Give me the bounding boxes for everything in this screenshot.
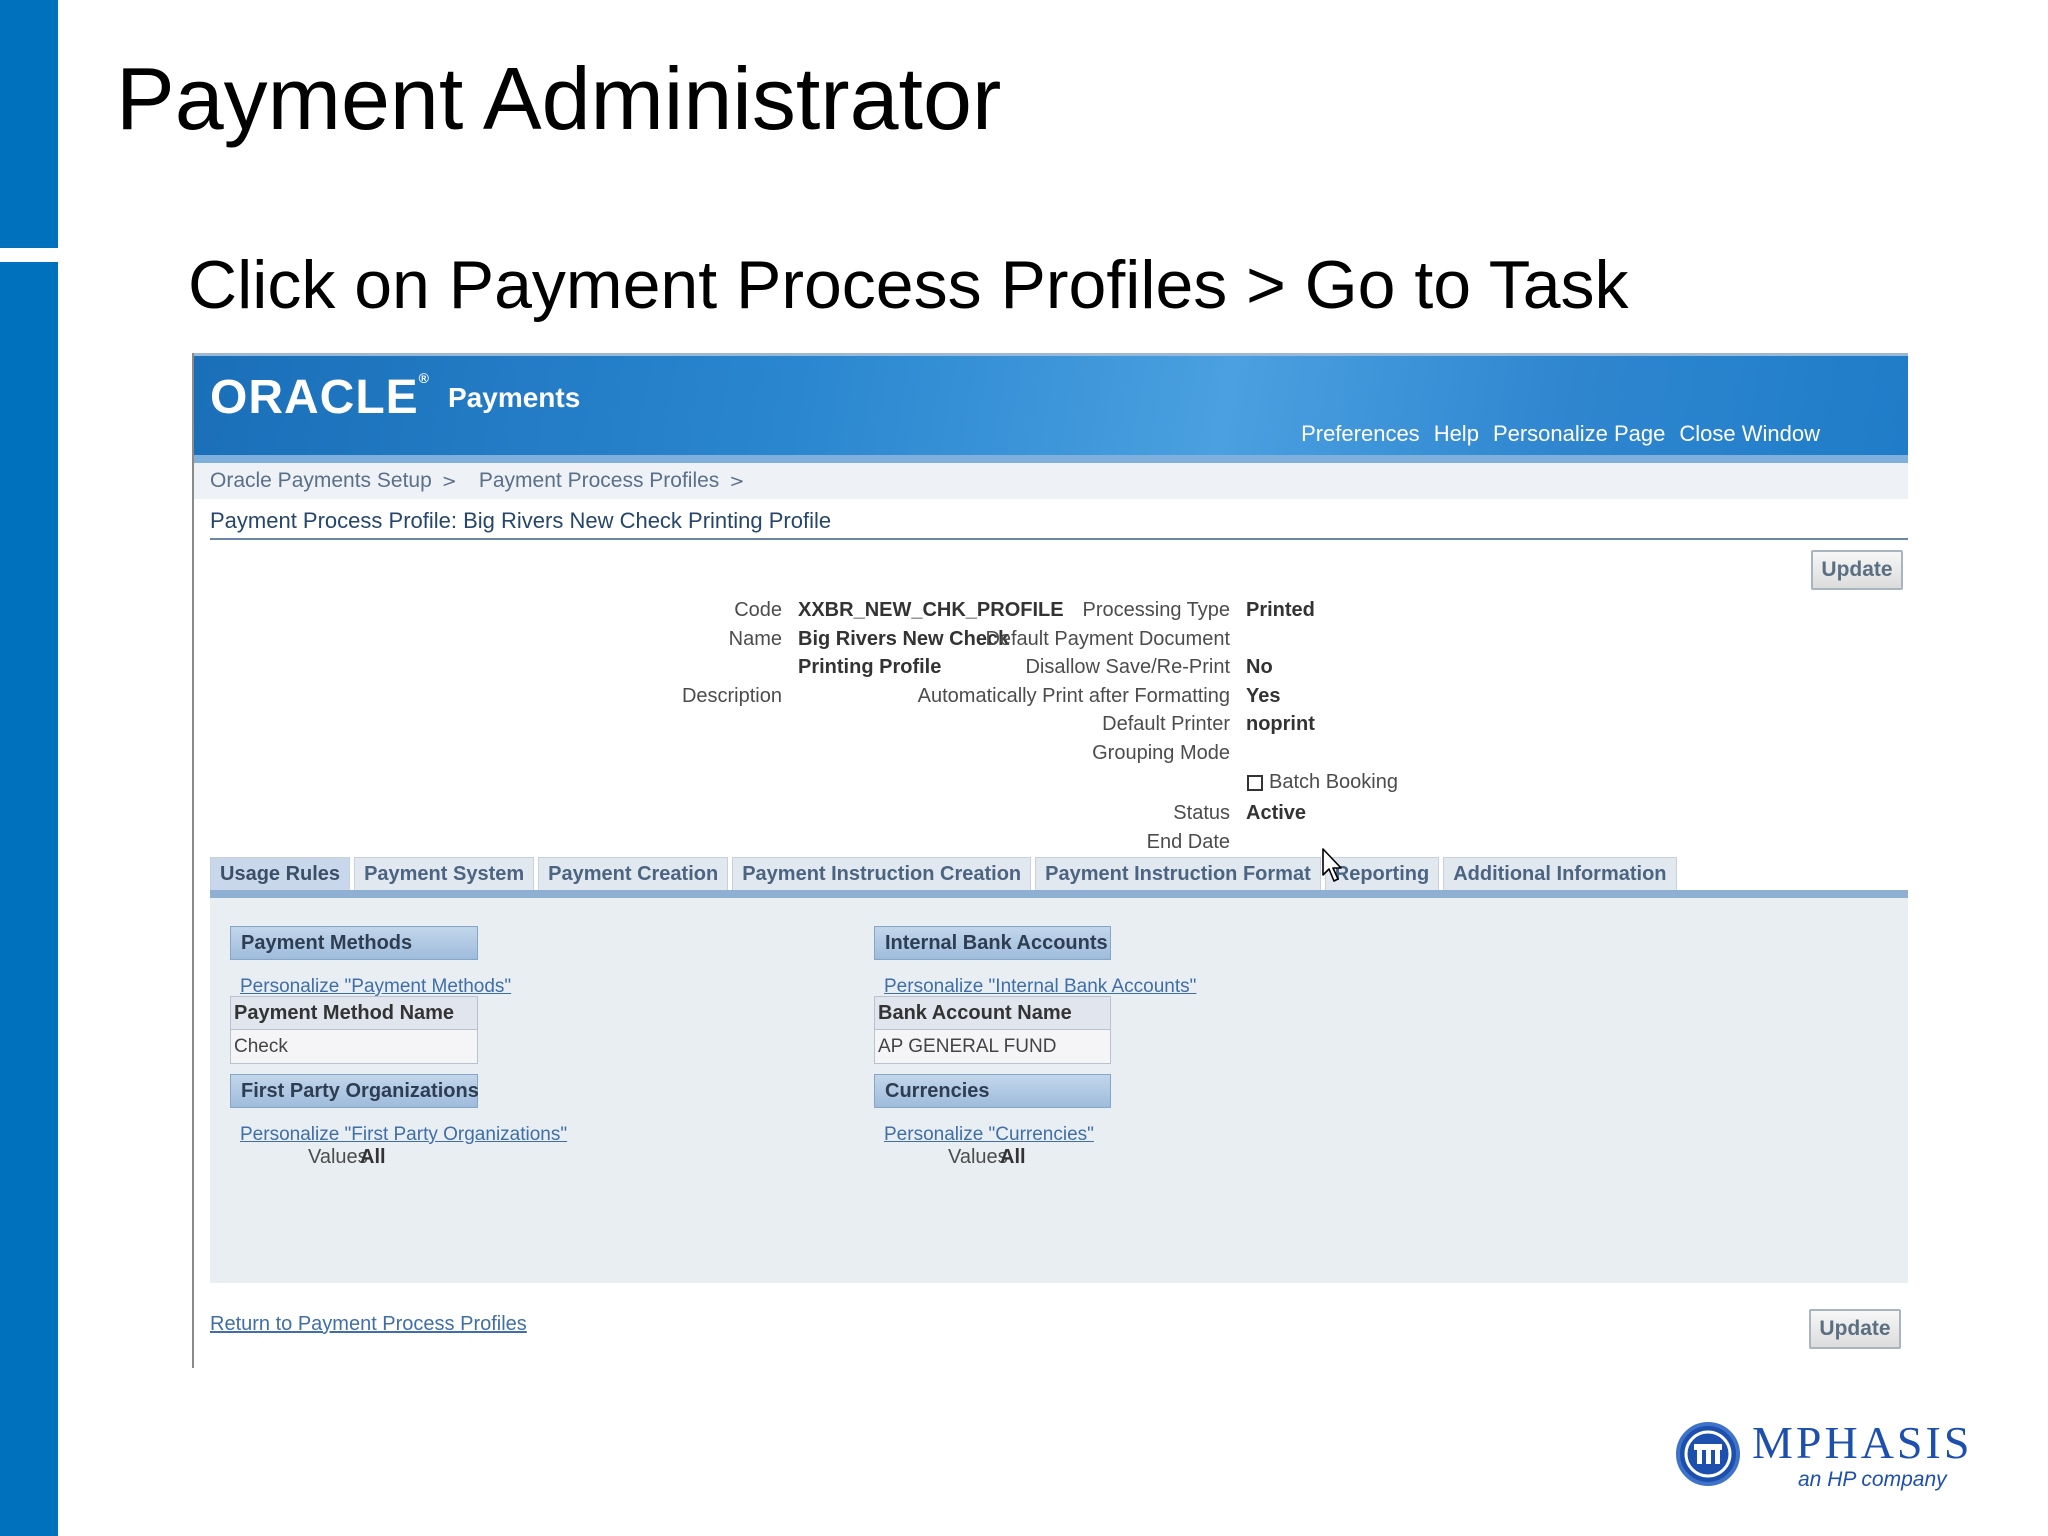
mouse-cursor-icon [1322,848,1342,882]
auto-print-value: Yes [1246,685,1281,707]
currencies-header: Currencies [874,1074,1111,1108]
default-printer-value: noprint [1246,713,1315,735]
payment-methods-header: Payment Methods [230,926,478,960]
grouping-mode-label: Grouping Mode [1092,742,1230,764]
mphasis-wordmark: MPHASIS [1752,1417,1973,1468]
mphasis-emblem-icon [1676,1422,1740,1486]
personalize-page-link[interactable]: Personalize Page [1493,421,1665,447]
name-value: Big Rivers New Check [798,628,1010,650]
tab-payment-instruction-creation[interactable]: Payment Instruction Creation [732,857,1032,890]
processing-type-value: Printed [1246,599,1315,621]
tab-divider [210,890,1908,898]
breadcrumb: Oracle Payments Setup > Payment Process … [194,463,1908,499]
oracle-logo: ORACLE® [210,370,430,424]
tab-payment-instruction-format[interactable]: Payment Instruction Format [1035,857,1321,890]
end-date-label: End Date [1146,831,1230,853]
help-link[interactable]: Help [1434,421,1479,447]
personalize-first-party-organizations-link[interactable]: Personalize "First Party Organizations" [240,1124,567,1146]
first-party-organizations-header: First Party Organizations [230,1074,479,1108]
personalize-currencies-link[interactable]: Personalize "Currencies" [884,1124,1094,1146]
bank-account-name-column[interactable]: Bank Account Name [875,997,1110,1030]
global-links: Preferences Help Personalize Page Close … [1301,421,1820,447]
batch-booking-label: Batch Booking [1269,771,1398,793]
product-name: Payments [448,382,581,413]
update-button[interactable]: Update [1811,550,1903,590]
page-heading: Payment Process Profile: Big Rivers New … [210,508,1908,540]
personalize-payment-methods-link[interactable]: Personalize "Payment Methods" [240,976,511,998]
close-window-link[interactable]: Close Window [1679,421,1820,447]
currencies-values-value: All [1000,1146,1026,1168]
disallow-reprint-value: No [1246,656,1273,678]
mphasis-logo: MPHASIS an HP company [1676,1417,1969,1494]
status-label: Status [1173,802,1230,824]
personalize-internal-bank-accounts-link[interactable]: Personalize "Internal Bank Accounts" [884,976,1196,998]
slide-accent-bar-lower [0,262,58,1536]
batch-booking-checkbox[interactable] [1247,775,1263,791]
return-to-profiles-link[interactable]: Return to Payment Process Profiles [210,1313,527,1336]
page-heading-text: Payment Process Profile: Big Rivers New … [210,508,832,533]
update-button-bottom[interactable]: Update [1809,1309,1901,1349]
tab-payment-system[interactable]: Payment System [354,857,535,890]
processing-type-label: Processing Type [1082,599,1231,621]
tab-additional-information[interactable]: Additional Information [1443,857,1677,890]
default-printer-label: Default Printer [1102,713,1230,735]
tab-payment-creation[interactable]: Payment Creation [538,857,729,890]
code-label: Code [734,599,782,621]
payment-methods-table: Payment Method Name Check [230,996,478,1064]
table-row: Check [231,1030,477,1063]
first-party-values-label: Values [308,1146,368,1168]
slide-accent-bar [0,0,58,248]
disallow-reprint-label: Disallow Save/Re-Print [1025,656,1230,678]
internal-bank-accounts-header: Internal Bank Accounts [874,926,1111,960]
slide-title: Payment Administrator [116,49,1002,148]
currencies-values-label: Values [948,1146,1008,1168]
auto-print-label: Automatically Print after Formatting [917,685,1230,707]
breadcrumb-payments-setup[interactable]: Oracle Payments Setup [210,469,432,493]
name-label: Name [728,628,782,650]
status-value: Active [1246,802,1307,824]
oracle-header: ORACLE® Payments Preferences Help Person… [194,353,1908,463]
tab-bar: Usage Rules Payment System Payment Creat… [210,857,1677,890]
internal-bank-accounts-table: Bank Account Name AP GENERAL FUND [874,996,1111,1064]
tab-usage-rules[interactable]: Usage Rules [210,857,351,890]
oracle-payments-window: ORACLE® Payments Preferences Help Person… [192,353,1908,1368]
name-value-line2: Printing Profile [798,656,942,678]
table-row: AP GENERAL FUND [875,1030,1110,1063]
first-party-values-value: All [360,1146,386,1168]
breadcrumb-payment-process-profiles[interactable]: Payment Process Profiles [479,469,719,493]
slide-subtitle: Click on Payment Process Profiles > Go t… [188,247,1629,323]
description-label: Description [681,685,782,707]
breadcrumb-separator: > [441,470,457,492]
preferences-link[interactable]: Preferences [1301,421,1420,447]
code-value: XXBR_NEW_CHK_PROFILE [798,599,1064,621]
breadcrumb-separator: > [729,470,745,492]
payment-method-name-column[interactable]: Payment Method Name [231,997,477,1030]
default-payment-document-label: Default Payment Document [985,628,1230,650]
usage-rules-panel: Payment Methods Personalize "Payment Met… [210,898,1908,1283]
mphasis-tagline: an HP company [1798,1468,1947,1491]
